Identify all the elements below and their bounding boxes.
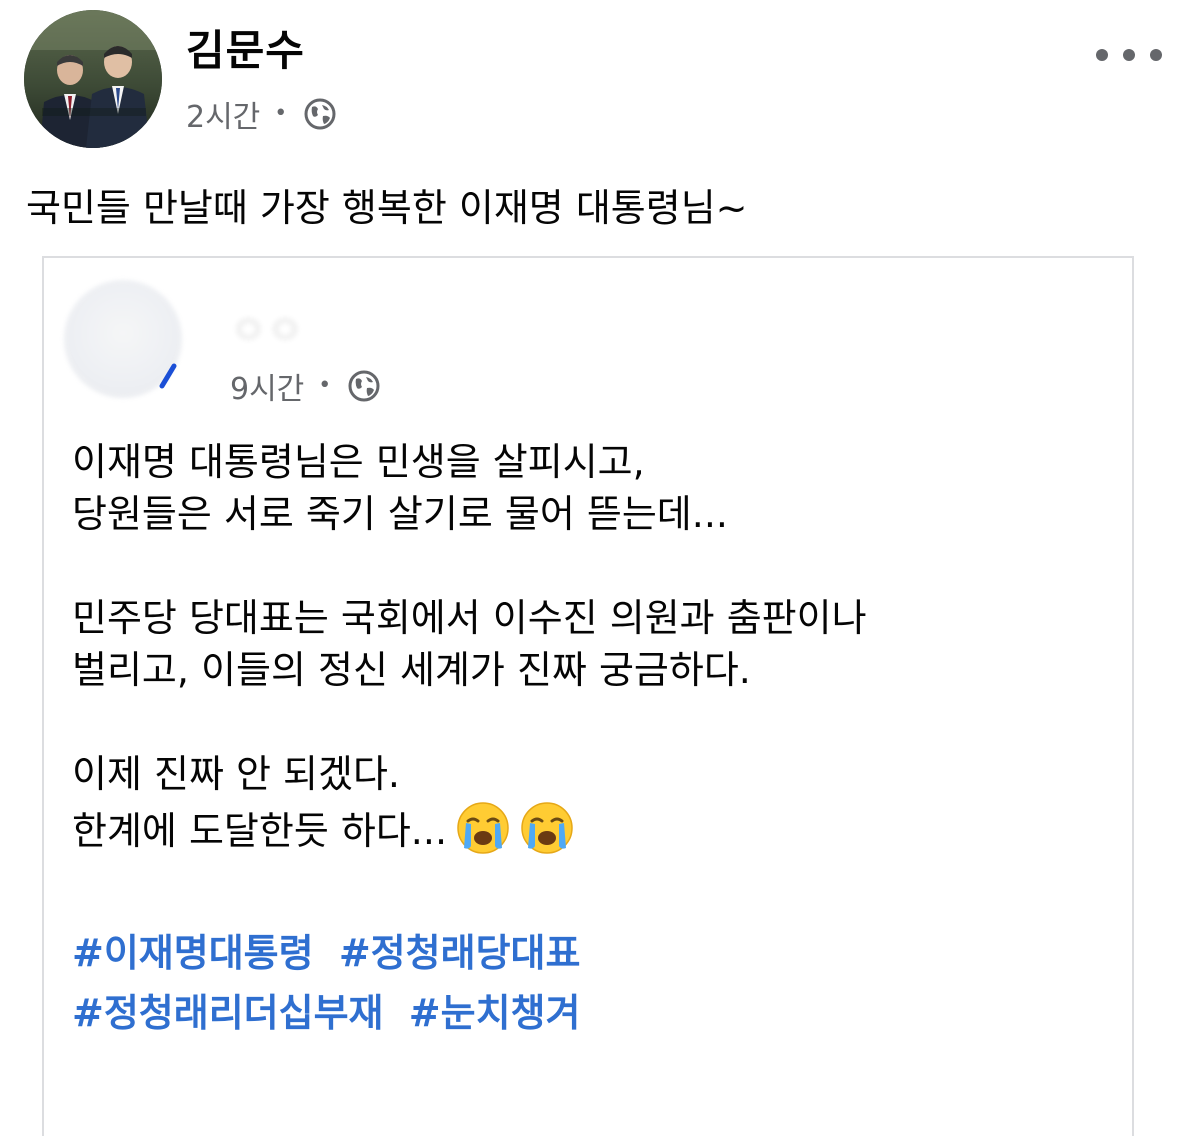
crying-face-emoji [457,802,509,854]
shared-post-card[interactable]: ㅇㅇ 9시간 • 이재명 대통령님은 민생을 살피시고, 당원들은 서로 죽기 … [42,256,1134,1136]
more-options-icon [1096,49,1108,61]
shared-post-line: 이제 진짜 안 되겠다. [72,752,400,796]
hashtag-list: #이재명대통령 #정청래당대표 #정청래리더십부재 #눈치챙겨 [72,923,1112,1043]
hashtag-link[interactable]: #이재명대통령 [72,931,314,975]
shared-post-timestamp[interactable]: 9시간 [230,364,304,408]
hashtag-link[interactable]: #눈치챙겨 [409,991,581,1035]
meta-separator: • [274,101,288,126]
hashtag-link[interactable]: #정청래리더십부재 [72,991,384,1035]
post-timestamp[interactable]: 2시간 [186,92,260,136]
shared-post-meta: 9시간 • [230,364,381,408]
shared-post-line: 이재명 대통령님은 민생을 살피시고, [72,440,645,484]
shared-avatar-accent [159,363,177,389]
shared-post-line: 민주당 당대표는 국회에서 이수진 의원과 춤판이나 [72,596,867,640]
shared-post-body: 이재명 대통령님은 민생을 살피시고, 당원들은 서로 죽기 살기로 물어 뜯는… [72,436,1112,1043]
author-name[interactable]: 김문수 [186,26,305,76]
author-avatar[interactable] [24,10,162,148]
shared-post-line-with-emoji: 한계에 도달한듯 하다... [72,800,1112,857]
more-options-button[interactable] [1096,38,1162,72]
shared-author-name-blurred[interactable]: ㅇㅇ [230,298,304,356]
globe-icon[interactable] [303,97,337,131]
shared-post-line: 한계에 도달한듯 하다... [72,809,448,853]
globe-icon[interactable] [347,369,381,403]
post-meta: 2시간 • [186,92,337,136]
meta-separator: • [318,373,332,398]
shared-post-line: 벌리고, 이들의 정신 세계가 진짜 궁금하다. [72,648,751,692]
shared-post-line: 당원들은 서로 죽기 살기로 물어 뜯는데... [72,492,728,536]
post-text: 국민들 만날때 가장 행복한 이재명 대통령님~ [26,186,748,230]
crying-face-emoji [521,802,573,854]
hashtag-link[interactable]: #정청래당대표 [339,931,581,975]
